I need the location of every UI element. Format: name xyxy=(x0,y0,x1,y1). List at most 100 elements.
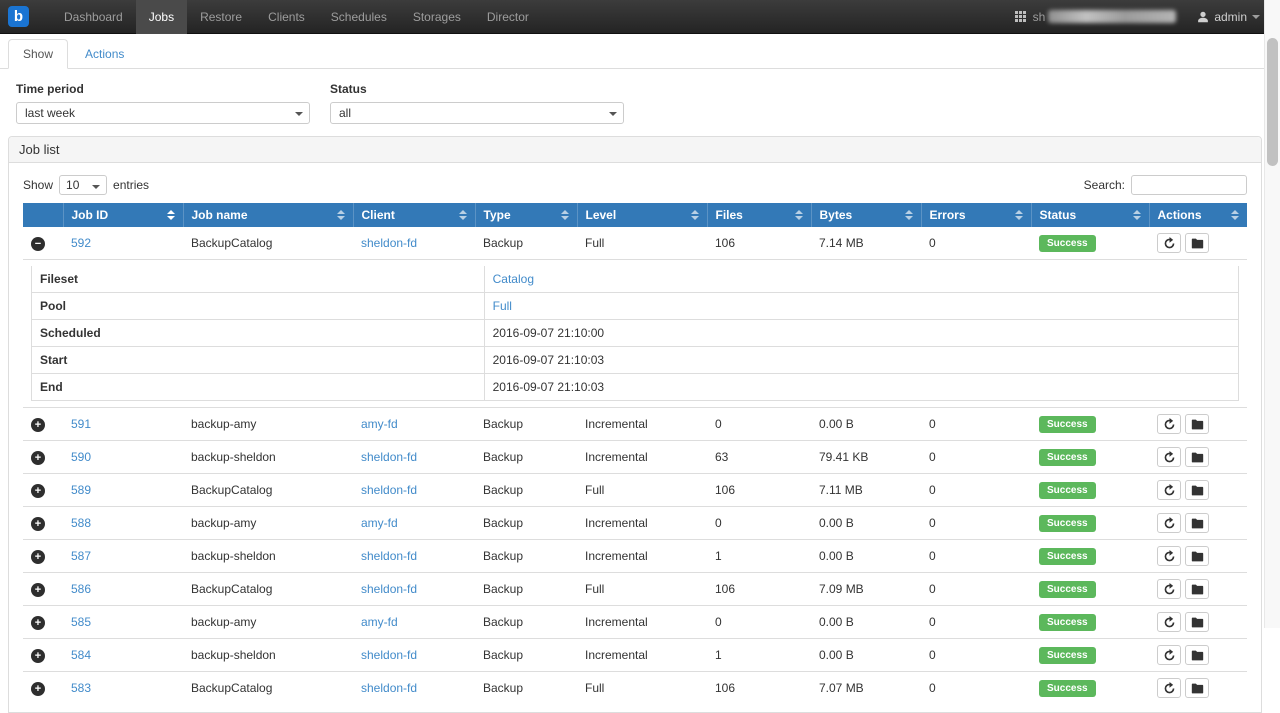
job-id-link[interactable]: 585 xyxy=(71,615,91,629)
nav-item-jobs[interactable]: Jobs xyxy=(136,0,187,34)
plus-circle-icon[interactable]: + xyxy=(31,451,45,465)
rerun-job-button[interactable] xyxy=(1157,480,1181,500)
sort-arrows-icon xyxy=(691,210,699,220)
baculum-logo[interactable]: b xyxy=(8,6,29,27)
navbar-right: sh admin xyxy=(1015,10,1260,24)
table-header-row: Job IDJob nameClientTypeLevelFilesBytesE… xyxy=(23,203,1247,227)
job-files-button[interactable] xyxy=(1185,414,1209,434)
job-files-button[interactable] xyxy=(1185,233,1209,253)
plus-circle-icon[interactable]: + xyxy=(31,484,45,498)
job-id-link[interactable]: 589 xyxy=(71,483,91,497)
plus-circle-icon[interactable]: + xyxy=(31,649,45,663)
column-header-errors[interactable]: Errors xyxy=(921,203,1031,227)
column-header-job-name[interactable]: Job name xyxy=(183,203,353,227)
job-files-button[interactable] xyxy=(1185,546,1209,566)
nav-item-schedules[interactable]: Schedules xyxy=(318,0,400,34)
plus-circle-icon[interactable]: + xyxy=(31,583,45,597)
column-header-type[interactable]: Type xyxy=(475,203,577,227)
files-cell: 106 xyxy=(707,474,811,507)
rerun-job-button[interactable] xyxy=(1157,233,1181,253)
job-files-button[interactable] xyxy=(1185,612,1209,632)
detail-value: Catalog xyxy=(484,266,1238,293)
rerun-job-button[interactable] xyxy=(1157,546,1181,566)
job-id-link[interactable]: 590 xyxy=(71,450,91,464)
detail-value-link[interactable]: Catalog xyxy=(493,272,534,286)
folder-icon xyxy=(1191,485,1204,496)
client-link[interactable]: amy-fd xyxy=(361,615,398,629)
entries-select[interactable]: 10 xyxy=(59,175,107,195)
job-id-link[interactable]: 586 xyxy=(71,582,91,596)
refresh-icon xyxy=(1163,418,1176,431)
minus-circle-icon[interactable]: − xyxy=(31,237,45,251)
job-files-button[interactable] xyxy=(1185,645,1209,665)
status-select[interactable]: all xyxy=(330,102,624,124)
job-id-cell: 584 xyxy=(63,639,183,672)
client-link[interactable]: sheldon-fd xyxy=(361,648,417,662)
status-cell: Success xyxy=(1031,227,1149,260)
job-files-button[interactable] xyxy=(1185,579,1209,599)
column-header-bytes[interactable]: Bytes xyxy=(811,203,921,227)
tab-show[interactable]: Show xyxy=(8,39,68,69)
nav-item-dashboard[interactable]: Dashboard xyxy=(51,0,136,34)
bytes-cell: 0.00 B xyxy=(811,507,921,540)
client-link[interactable]: sheldon-fd xyxy=(361,483,417,497)
plus-circle-icon[interactable]: + xyxy=(31,550,45,564)
job-files-button[interactable] xyxy=(1185,678,1209,698)
column-label: Status xyxy=(1040,208,1077,222)
column-header-client[interactable]: Client xyxy=(353,203,475,227)
job-files-button[interactable] xyxy=(1185,480,1209,500)
client-link[interactable]: sheldon-fd xyxy=(361,450,417,464)
user-menu[interactable]: admin xyxy=(1197,10,1260,24)
job-id-link[interactable]: 583 xyxy=(71,681,91,695)
nav-item-storages[interactable]: Storages xyxy=(400,0,474,34)
caret-down-icon xyxy=(609,112,617,116)
plus-circle-icon[interactable]: + xyxy=(31,517,45,531)
column-header-actions[interactable]: Actions xyxy=(1149,203,1247,227)
column-header-status[interactable]: Status xyxy=(1031,203,1149,227)
column-header-files[interactable]: Files xyxy=(707,203,811,227)
nav-item-director[interactable]: Director xyxy=(474,0,542,34)
main-nav: DashboardJobsRestoreClientsSchedulesStor… xyxy=(51,0,542,34)
plus-circle-icon[interactable]: + xyxy=(31,418,45,432)
nav-item-clients[interactable]: Clients xyxy=(255,0,318,34)
search-input[interactable] xyxy=(1131,175,1247,195)
plus-circle-icon[interactable]: + xyxy=(31,616,45,630)
job-files-button[interactable] xyxy=(1185,513,1209,533)
client-link[interactable]: sheldon-fd xyxy=(361,582,417,596)
time-period-select[interactable]: last week xyxy=(16,102,310,124)
client-link[interactable]: sheldon-fd xyxy=(361,236,417,250)
tab-actions[interactable]: Actions xyxy=(70,39,139,69)
type-cell: Backup xyxy=(475,474,577,507)
panel-body: Show 10 entries Search: Job IDJob nameCl… xyxy=(9,163,1261,712)
nav-item-restore[interactable]: Restore xyxy=(187,0,255,34)
plus-circle-icon[interactable]: + xyxy=(31,682,45,696)
rerun-job-button[interactable] xyxy=(1157,612,1181,632)
client-link[interactable]: sheldon-fd xyxy=(361,681,417,695)
job-id-link[interactable]: 588 xyxy=(71,516,91,530)
scrollbar-thumb[interactable] xyxy=(1267,38,1278,166)
folder-icon xyxy=(1191,419,1204,430)
job-name-cell: BackupCatalog xyxy=(183,672,353,705)
rerun-job-button[interactable] xyxy=(1157,447,1181,467)
rerun-job-button[interactable] xyxy=(1157,579,1181,599)
column-header-level[interactable]: Level xyxy=(577,203,707,227)
column-header-job-id[interactable]: Job ID xyxy=(63,203,183,227)
job-files-button[interactable] xyxy=(1185,447,1209,467)
rerun-job-button[interactable] xyxy=(1157,645,1181,665)
row-actions xyxy=(1157,579,1239,599)
job-id-link[interactable]: 587 xyxy=(71,549,91,563)
user-name: admin xyxy=(1214,10,1247,24)
client-link[interactable]: amy-fd xyxy=(361,417,398,431)
files-cell: 1 xyxy=(707,540,811,573)
client-link[interactable]: sheldon-fd xyxy=(361,549,417,563)
vertical-scrollbar[interactable] xyxy=(1264,0,1280,628)
client-link[interactable]: amy-fd xyxy=(361,516,398,530)
job-id-link[interactable]: 584 xyxy=(71,648,91,662)
rerun-job-button[interactable] xyxy=(1157,678,1181,698)
caret-down-icon xyxy=(1252,15,1260,19)
rerun-job-button[interactable] xyxy=(1157,513,1181,533)
job-id-link[interactable]: 592 xyxy=(71,236,91,250)
rerun-job-button[interactable] xyxy=(1157,414,1181,434)
job-id-link[interactable]: 591 xyxy=(71,417,91,431)
detail-value-link[interactable]: Full xyxy=(493,299,512,313)
